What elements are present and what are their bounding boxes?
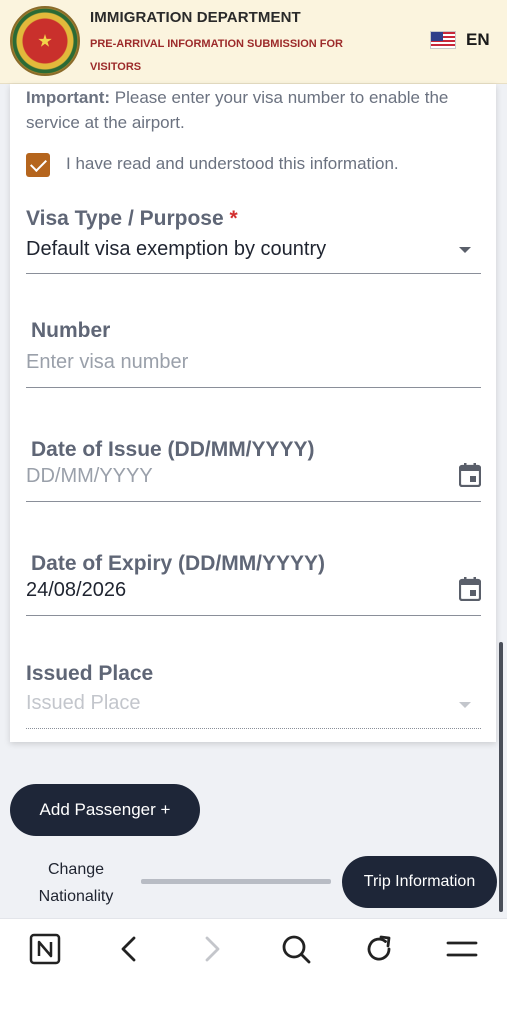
progress-bar <box>141 879 331 884</box>
date-of-expiry-label: Date of Expiry (DD/MM/YYYY) <box>31 552 326 575</box>
n-logo-icon[interactable] <box>28 932 62 966</box>
visa-type-label: Visa Type / Purpose * <box>26 207 238 231</box>
acknowledge-label: I have read and understood this informat… <box>66 154 399 173</box>
chevron-down-icon[interactable] <box>459 702 471 708</box>
immigration-logo <box>10 6 80 76</box>
scrollbar[interactable] <box>499 642 503 912</box>
acknowledge-checkbox[interactable] <box>26 153 50 177</box>
calendar-icon[interactable] <box>459 577 481 601</box>
visa-type-underline <box>26 273 481 274</box>
add-passenger-button[interactable]: Add Passenger + <box>10 784 200 836</box>
date-of-expiry-underline <box>26 615 481 616</box>
visa-form-card <box>10 84 496 742</box>
chevron-down-icon[interactable] <box>459 247 471 253</box>
forward-icon[interactable] <box>195 932 229 966</box>
search-icon[interactable] <box>279 932 313 966</box>
header-subtitle: PRE-ARRIVAL INFORMATION SUBMISSION FOR V… <box>90 38 343 73</box>
reload-icon[interactable] <box>362 932 396 966</box>
menu-icon[interactable] <box>445 932 479 966</box>
trip-information-button[interactable]: Trip Information <box>342 856 497 908</box>
header-title: IMMIGRATION DEPARTMENT <box>90 9 301 26</box>
visa-type-label-text: Visa Type / Purpose <box>26 207 224 230</box>
number-underline <box>26 387 481 388</box>
language-switcher[interactable]: EN <box>430 30 490 50</box>
browser-toolbar <box>0 918 507 1024</box>
language-label: EN <box>466 30 490 49</box>
back-icon[interactable] <box>112 932 146 966</box>
important-label: Important: <box>26 88 111 107</box>
issued-place-label: Issued Place <box>26 662 154 685</box>
app-header: IMMIGRATION DEPARTMENT PRE-ARRIVAL INFOR… <box>0 0 507 84</box>
visa-type-select[interactable]: Default visa exemption by country <box>26 238 326 261</box>
important-notice: Important: Please enter your visa number… <box>26 85 486 135</box>
date-of-issue-underline <box>26 501 481 502</box>
date-of-issue-label: Date of Issue (DD/MM/YYYY) <box>31 438 315 461</box>
change-nationality-button[interactable]: Change Nationality <box>26 856 126 910</box>
issued-place-select[interactable]: Issued Place <box>26 692 141 715</box>
visa-number-input[interactable]: Enter visa number <box>26 351 188 374</box>
calendar-icon[interactable] <box>459 463 481 487</box>
number-label: Number <box>31 319 111 342</box>
issued-place-underline <box>26 728 481 729</box>
us-flag-icon <box>430 31 456 49</box>
required-mark: * <box>229 207 238 230</box>
date-of-issue-input[interactable]: DD/MM/YYYY <box>26 465 153 488</box>
date-of-expiry-input[interactable]: 24/08/2026 <box>26 579 126 602</box>
